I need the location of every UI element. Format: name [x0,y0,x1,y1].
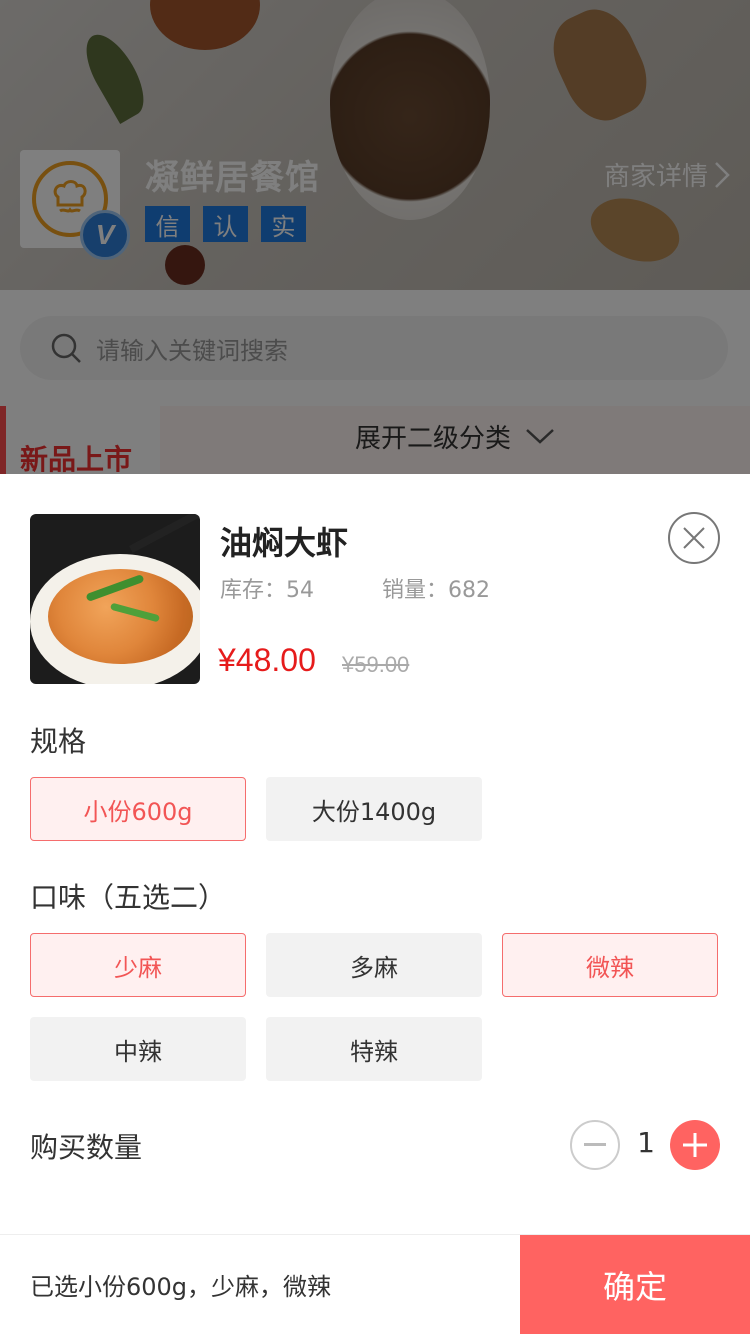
flavor-option[interactable]: 中辣 [30,1017,246,1081]
spec-title: 规格 [30,725,87,758]
flavor-title: 口味（五选二） [30,881,227,914]
plus-icon [683,1133,707,1157]
quantity-label: 购买数量 [30,1131,143,1164]
product-stats: 库存：54 销量：682 [220,572,544,604]
flavor-option[interactable]: 微辣 [502,933,718,997]
quantity-decrease-button[interactable] [570,1120,620,1170]
close-button[interactable] [668,512,720,564]
modal-overlay[interactable] [0,0,750,474]
spec-option[interactable]: 小份600g [30,777,246,841]
minus-icon [584,1143,606,1146]
close-icon [683,527,705,549]
original-price: ¥59.00 [342,652,410,677]
stock-label: 库存：54 [220,578,314,603]
flavor-option[interactable]: 特辣 [266,1017,482,1081]
selection-summary: 已选小份600g，少麻，微辣 [30,1273,332,1301]
sales-label: 销量：682 [382,578,490,603]
current-price: ¥48.00 [218,642,316,678]
product-name: 油焖大虾 [220,524,349,562]
quantity-value[interactable]: 1 [634,1126,658,1159]
sku-selector-sheet: 油焖大虾 库存：54 销量：682 ¥48.00 ¥59.00 规格 小份600… [0,474,750,1334]
confirm-button[interactable]: 确定 [520,1235,750,1334]
quantity-increase-button[interactable] [670,1120,720,1170]
sheet-footer: 已选小份600g，少麻，微辣 确定 [0,1234,750,1334]
flavor-option[interactable]: 少麻 [30,933,246,997]
flavor-option[interactable]: 多麻 [266,933,482,997]
product-image [30,514,200,684]
spec-option[interactable]: 大份1400g [266,777,482,841]
